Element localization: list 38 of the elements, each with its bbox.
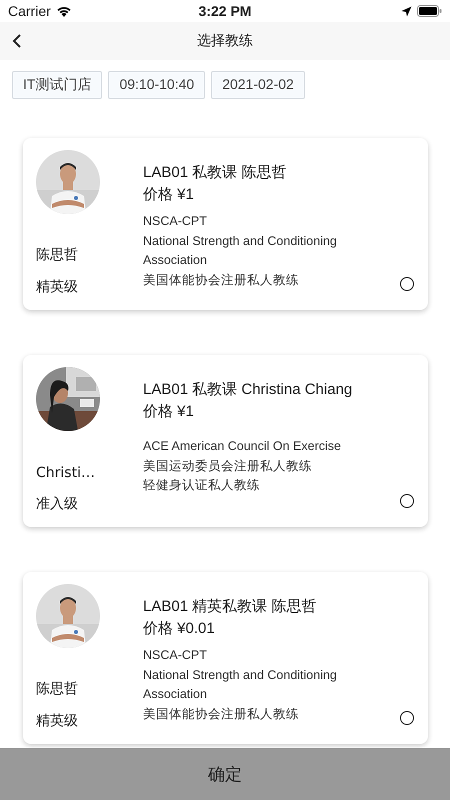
- certification-text: NSCA-CPT: [143, 647, 208, 664]
- radio-button[interactable]: [400, 494, 414, 508]
- certification-text: 美国体能协会注册私人教练: [143, 272, 300, 288]
- back-button[interactable]: [12, 33, 22, 49]
- location-arrow-icon: [400, 6, 412, 16]
- certification-text: 美国运动委员会注册私人教练: [143, 458, 313, 474]
- certification-text: National Strength and Conditioning Association: [143, 232, 338, 269]
- carrier-label: Carrier: [8, 3, 51, 19]
- certification-text: 轻健身认证私人教练: [143, 477, 261, 494]
- confirm-button[interactable]: 确定: [0, 748, 450, 800]
- filter-chip[interactable]: IT测试门店: [12, 71, 102, 99]
- coach-level: 精英级: [36, 712, 79, 730]
- coach-level: 精英级: [36, 278, 79, 296]
- coach-level: 准入级: [36, 495, 79, 513]
- course-title: LAB01 精英私教课 陈思哲: [143, 597, 318, 617]
- page-title: 选择教练: [197, 32, 253, 50]
- certification-text: NSCA-CPT: [143, 213, 208, 230]
- certification-text: 美国体能协会注册私人教练: [143, 706, 300, 722]
- course-title: LAB01 私教课 陈思哲: [143, 163, 288, 183]
- coach-name: 陈思哲: [36, 680, 79, 698]
- course-price: 价格 ¥1: [143, 185, 195, 205]
- certification-text: ACE American Council On Exercise: [143, 438, 342, 455]
- radio-button[interactable]: [400, 277, 414, 291]
- coach-card[interactable]: Christi… 准入级 LAB01 私教课 Christina Chiang 价格 ¥1 ACE American Council On Exercise 美国运动委员会注册私人教练 轻健身认证私人教练: [23, 355, 428, 527]
- course-price: 价格 ¥1: [143, 402, 195, 422]
- filter-chip[interactable]: 09:10-10:40: [108, 71, 206, 99]
- course-price: 价格 ¥0.01: [143, 619, 216, 639]
- coach-card[interactable]: 陈思哲 精英级 LAB01 精英私教课 陈思哲 价格 ¥0.01 NSCA-CPT National Strength and Conditioning Association 美国体能协会注册私人教练: [23, 572, 428, 744]
- filter-chip[interactable]: 2021-02-02: [211, 71, 305, 99]
- clock: 3:22 PM: [198, 3, 252, 19]
- coach-card[interactable]: 陈思哲 精英级 LAB01 私教课 陈思哲 价格 ¥1 NSCA-CPT National Strength and Conditioning Association 美国体能协会注册私人教练: [23, 138, 428, 310]
- certification-text: National Strength and Conditioning Association: [143, 666, 338, 703]
- coach-name: Christi…: [36, 465, 96, 481]
- course-title: LAB01 私教课 Christina Chiang: [143, 380, 354, 400]
- wifi-icon: [56, 5, 72, 17]
- radio-button[interactable]: [400, 711, 414, 725]
- battery-icon: [416, 5, 442, 17]
- coach-name: 陈思哲: [36, 246, 79, 264]
